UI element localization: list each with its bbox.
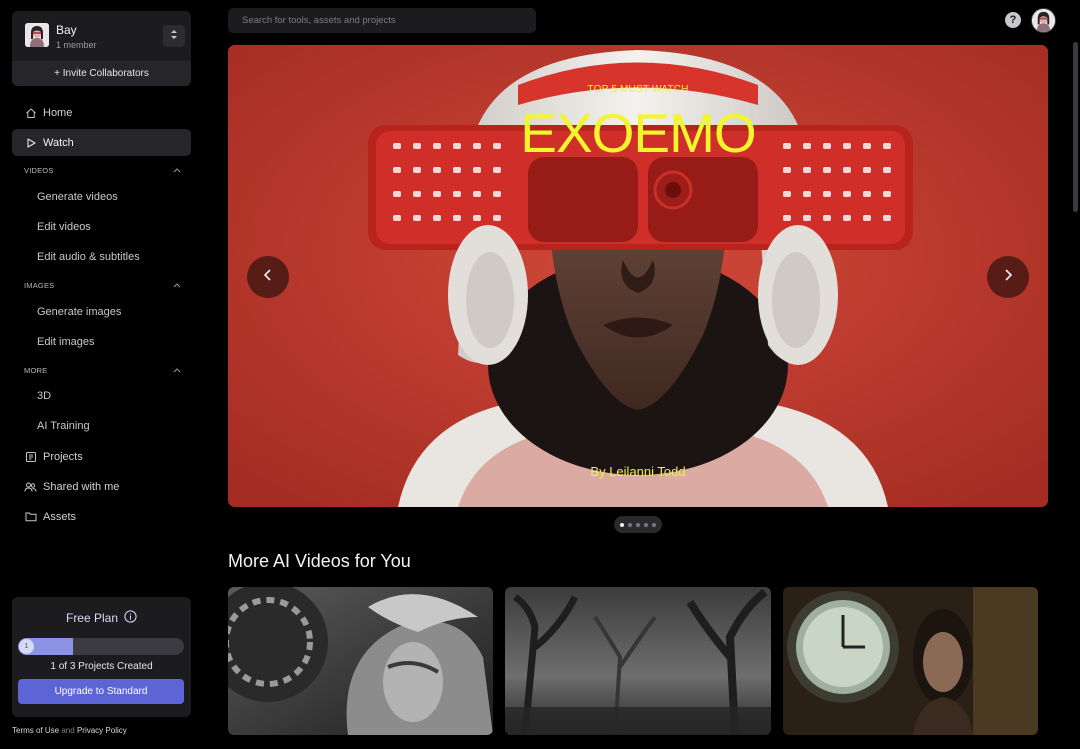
projects-created-count: 1 of 3 Projects Created	[50, 661, 153, 672]
play-icon	[24, 136, 37, 149]
sidebar-item-generate-videos[interactable]: Generate videos	[37, 191, 118, 203]
sidebar: Bay 1 member + Invite Collaborators Home…	[0, 0, 203, 749]
sidebar-item-home[interactable]: Home	[12, 99, 191, 126]
plan-name: Free Plan	[65, 611, 119, 625]
upgrade-button[interactable]: Upgrade to Standard	[18, 679, 184, 704]
sidebar-item-3d[interactable]: 3D	[37, 390, 51, 402]
featured-byline: By Leilanni Todd	[228, 464, 1048, 479]
sidebar-item-label: Watch	[43, 136, 74, 149]
video-thumbnail-image	[228, 587, 493, 735]
workspace-name: Bay	[56, 23, 77, 37]
sidebar-item-generate-images[interactable]: Generate images	[37, 306, 121, 318]
featured-carousel[interactable]: TOP 5 MUST WATCH EXOEMO By Leilanni Todd	[228, 45, 1048, 507]
section-images-toggle[interactable]: IMAGES	[24, 281, 181, 290]
video-thumbnail-image	[783, 587, 1038, 735]
featured-kicker: TOP 5 MUST WATCH	[587, 84, 689, 95]
video-thumbnail[interactable]	[228, 587, 493, 735]
search-input[interactable]: Search for tools, assets and projects	[228, 8, 536, 33]
chevron-up-icon	[173, 166, 181, 175]
sidebar-item-label: Projects	[43, 450, 83, 463]
sidebar-item-label: Assets	[43, 510, 77, 523]
chevron-left-icon	[263, 268, 273, 287]
chevron-up-down-icon	[170, 27, 178, 45]
section-label: IMAGES	[24, 281, 55, 290]
chevron-up-icon	[173, 366, 181, 375]
featured-title: EXOEMO	[520, 102, 756, 164]
carousel-dot[interactable]	[628, 522, 632, 527]
legal-links: Terms of Use and Privacy Policy	[12, 726, 127, 735]
invite-collaborators-button[interactable]: + Invite Collaborators	[12, 61, 191, 86]
carousel-next-button[interactable]	[987, 256, 1029, 298]
plan-title: Free Plan	[12, 610, 191, 626]
page-scrollbar[interactable]	[1073, 42, 1078, 212]
info-icon[interactable]	[124, 610, 137, 626]
terms-link[interactable]: Terms of Use	[12, 726, 59, 735]
projects-progress-bar: 1	[18, 638, 184, 655]
section-title-more-videos: More AI Videos for You	[228, 551, 411, 571]
carousel-pagination	[614, 516, 662, 533]
workspace-avatar	[25, 23, 49, 47]
chevron-right-icon	[1003, 268, 1013, 287]
section-videos-toggle[interactable]: VIDEOS	[24, 166, 181, 175]
sidebar-item-edit-audio-subtitles[interactable]: Edit audio & subtitles	[37, 251, 140, 263]
sidebar-item-assets[interactable]: Assets	[12, 503, 191, 530]
byline-prefix: By	[590, 464, 606, 479]
featured-author[interactable]: Leilanni Todd	[609, 464, 685, 479]
video-thumbnail[interactable]	[783, 587, 1038, 735]
folder-icon	[24, 510, 37, 523]
carousel-dot[interactable]	[644, 522, 648, 527]
section-more-toggle[interactable]: MORE	[24, 366, 181, 375]
progress-knob: 1	[19, 639, 34, 654]
workspace-switch-button[interactable]	[163, 25, 185, 47]
privacy-link[interactable]: Privacy Policy	[77, 726, 127, 735]
workspace-card: Bay 1 member + Invite Collaborators	[12, 11, 191, 86]
carousel-dot[interactable]	[636, 522, 640, 527]
sidebar-item-edit-videos[interactable]: Edit videos	[37, 221, 91, 233]
help-icon[interactable]: ?	[1005, 12, 1021, 28]
video-thumbnail-image	[505, 587, 771, 735]
sidebar-item-projects[interactable]: Projects	[12, 443, 191, 470]
video-thumbnail[interactable]	[505, 587, 771, 735]
sidebar-item-edit-images[interactable]: Edit images	[37, 336, 94, 348]
sidebar-item-ai-training[interactable]: AI Training	[37, 420, 90, 432]
plan-card: Free Plan 1 1 of 3 Projects Created Upgr…	[12, 597, 191, 717]
section-label: MORE	[24, 366, 48, 375]
home-icon	[24, 106, 37, 119]
sidebar-item-shared[interactable]: Shared with me	[12, 473, 191, 500]
section-label: VIDEOS	[24, 166, 54, 175]
chevron-up-icon	[173, 281, 181, 290]
sidebar-item-label: Shared with me	[43, 480, 120, 493]
sidebar-item-label: Home	[43, 106, 73, 119]
carousel-dot[interactable]	[652, 522, 656, 527]
users-icon	[24, 480, 37, 493]
projects-icon	[24, 450, 37, 463]
carousel-dot[interactable]	[620, 522, 624, 527]
sidebar-item-watch[interactable]: Watch	[12, 129, 191, 156]
workspace-switcher[interactable]: Bay 1 member	[12, 11, 191, 61]
workspace-member-count: 1 member	[56, 40, 97, 50]
user-avatar[interactable]	[1031, 8, 1056, 33]
carousel-prev-button[interactable]	[247, 256, 289, 298]
legal-and: and	[61, 726, 75, 735]
